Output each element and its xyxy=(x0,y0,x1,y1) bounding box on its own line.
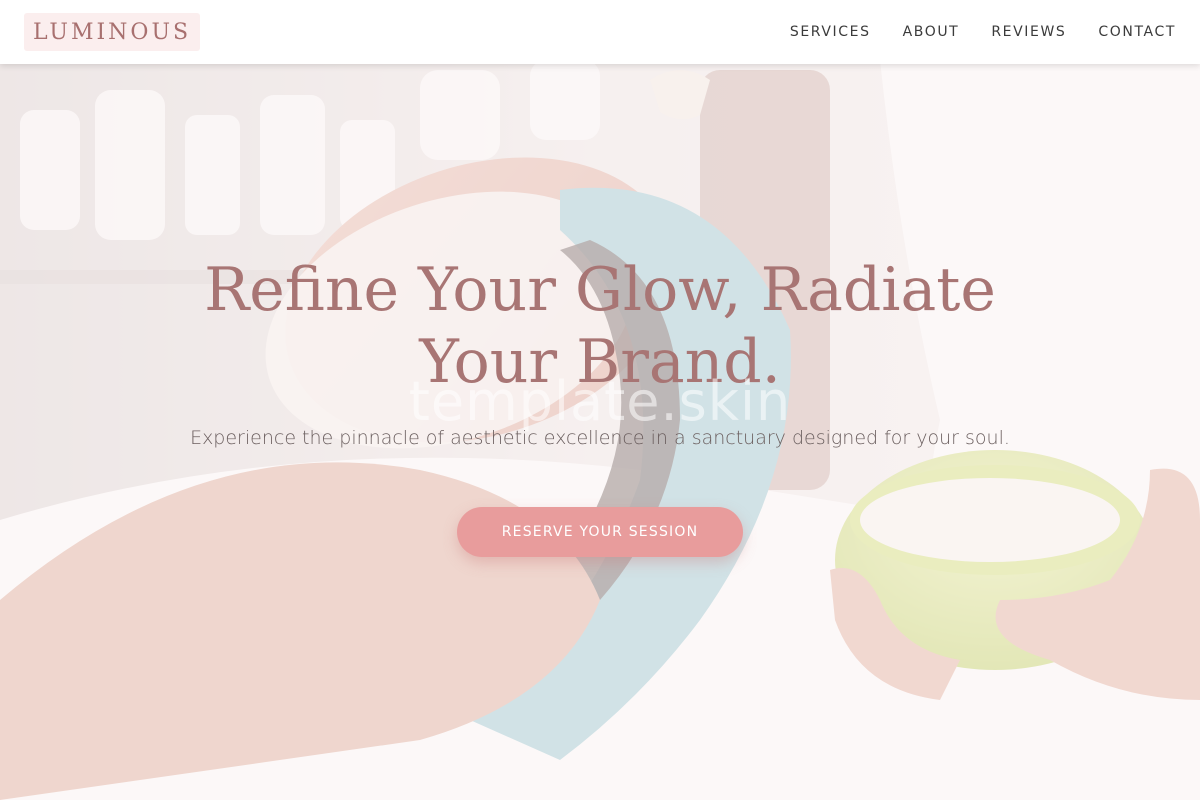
nav-link-services[interactable]: SERVICES xyxy=(790,24,871,40)
brand-logo[interactable]: LUMINOUS xyxy=(24,13,201,51)
site-header: LUMINOUS SERVICES ABOUT REVIEWS CONTACT xyxy=(0,0,1200,64)
nav-link-contact[interactable]: CONTACT xyxy=(1098,24,1176,40)
main-nav: SERVICES ABOUT REVIEWS CONTACT xyxy=(790,24,1176,40)
hero-subtitle: Experience the pinnacle of aesthetic exc… xyxy=(190,427,1010,449)
hero-section: Refine Your Glow, Radiate Your Brand. te… xyxy=(0,64,1200,800)
hero-title-line-1: Refine Your Glow, Radiate xyxy=(204,255,996,325)
nav-link-about[interactable]: ABOUT xyxy=(903,24,960,40)
reserve-session-button[interactable]: RESERVE YOUR SESSION xyxy=(457,507,743,557)
nav-link-reviews[interactable]: REVIEWS xyxy=(991,24,1066,40)
